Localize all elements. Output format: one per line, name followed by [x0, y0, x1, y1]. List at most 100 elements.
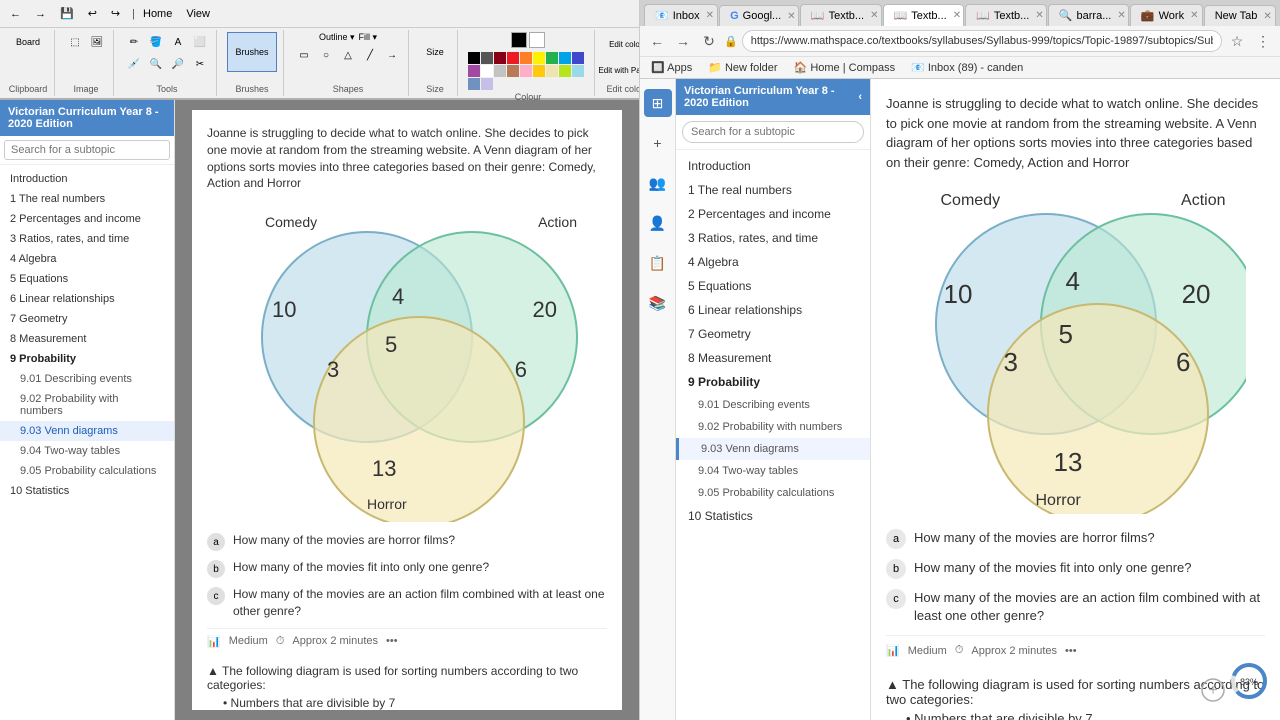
browser-nav-905[interactable]: 9.05 Probability calculations [676, 482, 870, 504]
pencil-tool[interactable]: ✏ [124, 32, 144, 52]
collapse-icon[interactable]: ‹ [858, 91, 862, 103]
color-purple[interactable] [468, 65, 480, 77]
eraser-tool[interactable]: ⬜ [190, 32, 210, 52]
circle-shape[interactable]: ○ [316, 45, 336, 65]
color-slateblue[interactable] [468, 78, 480, 90]
brushes-btn[interactable]: Brushes [227, 32, 277, 72]
crop-tool[interactable]: ✂ [190, 54, 210, 74]
tab-barra-close[interactable]: ✕ [1117, 10, 1125, 21]
browser-nav-algebra[interactable]: 4 Algebra [676, 250, 870, 274]
browser-nav-901[interactable]: 9.01 Describing events [676, 394, 870, 416]
bookmark-apps[interactable]: 🔲 Apps [646, 60, 697, 75]
browser-nav-introduction[interactable]: Introduction [676, 154, 870, 178]
left-search-input[interactable] [4, 140, 170, 160]
color-brown[interactable] [507, 65, 519, 77]
canvas-area[interactable]: Joanne is struggling to decide what to w… [175, 100, 639, 720]
tab-textbook2-close[interactable]: ✕ [953, 10, 961, 21]
browser-refresh-btn[interactable]: ↻ [698, 30, 720, 52]
image-tool[interactable]: 🖼 [87, 32, 107, 52]
left-nav-901[interactable]: 9.01 Describing events [0, 369, 174, 389]
left-nav-real-numbers[interactable]: 1 The real numbers [0, 189, 174, 209]
rect-shape[interactable]: ▭ [294, 45, 314, 65]
browser-nav-ratios[interactable]: 3 Ratios, rates, and time [676, 226, 870, 250]
tab-textbook1[interactable]: 📖 Textb... ✕ [800, 4, 882, 26]
tab-work[interactable]: 💼 Work ✕ [1130, 4, 1203, 26]
browser-search-input[interactable] [682, 121, 864, 143]
left-nav-geometry[interactable]: 7 Geometry [0, 309, 174, 329]
color-darkgray[interactable] [481, 52, 493, 64]
left-nav-measurement[interactable]: 8 Measurement [0, 329, 174, 349]
browser-star-btn[interactable]: ☆ [1226, 30, 1248, 52]
toolbar-save-btn[interactable]: 💾 [54, 5, 80, 22]
left-more[interactable]: ••• [386, 635, 398, 647]
browser-nav-probability[interactable]: 9 Probability [676, 370, 870, 394]
color-green[interactable] [546, 52, 558, 64]
color-cream[interactable] [546, 65, 558, 77]
color-lavender[interactable] [481, 78, 493, 90]
color2-swatch[interactable] [529, 32, 545, 48]
browser-nav-real-numbers[interactable]: 1 The real numbers [676, 178, 870, 202]
browser-menu-btn[interactable]: ⋮ [1252, 30, 1274, 52]
browser-nav-903[interactable]: 9.03 Venn diagrams [676, 438, 870, 460]
sidebar-icon-book[interactable]: 📚 [644, 289, 672, 317]
color-orange[interactable] [520, 52, 532, 64]
tab-inbox[interactable]: 📧 Inbox ✕ [644, 4, 718, 26]
browser-forward-btn[interactable]: → [672, 30, 694, 52]
browser-more[interactable]: ••• [1065, 645, 1077, 657]
address-bar[interactable] [742, 30, 1222, 52]
color-indigo[interactable] [572, 52, 584, 64]
bookmark-folder[interactable]: 📁 New folder [703, 60, 782, 75]
color-gold[interactable] [533, 65, 545, 77]
color1-swatch[interactable] [511, 32, 527, 48]
left-nav-algebra[interactable]: 4 Algebra [0, 249, 174, 269]
color-skyblue[interactable] [572, 65, 584, 77]
tab-inbox-close[interactable]: ✕ [706, 10, 714, 21]
color-yellow[interactable] [533, 52, 545, 64]
bookmark-inbox[interactable]: 📧 Inbox (89) - canden [906, 60, 1028, 75]
toolbar-forward-btn[interactable]: → [29, 6, 52, 22]
left-nav-percentages[interactable]: 2 Percentages and income [0, 209, 174, 229]
toolbar-undo-btn[interactable]: ↩ [82, 5, 103, 22]
sidebar-icon-user[interactable]: 👤 [644, 209, 672, 237]
picker-tool[interactable]: 💉 [124, 54, 144, 74]
left-nav-904[interactable]: 9.04 Two-way tables [0, 441, 174, 461]
browser-nav-percentages[interactable]: 2 Percentages and income [676, 202, 870, 226]
toolbar-back-btn[interactable]: ← [4, 6, 27, 22]
sidebar-icon-home[interactable]: ⊞ [644, 89, 672, 117]
left-nav-902[interactable]: 9.02 Probability with numbers [0, 389, 174, 421]
tab-barra[interactable]: 🔍 barra... ✕ [1048, 4, 1129, 26]
tab-work-close[interactable]: ✕ [1190, 10, 1198, 21]
left-nav-903[interactable]: 9.03 Venn diagrams [0, 421, 174, 441]
edit-colours-btn[interactable]: Edit colours [605, 32, 640, 56]
tab-newtab[interactable]: New Tab ✕ [1204, 5, 1276, 26]
left-nav-ratios[interactable]: 3 Ratios, rates, and time [0, 229, 174, 249]
arrow-shape[interactable]: → [382, 45, 402, 65]
tab-textbook3[interactable]: 📖 Textb... ✕ [965, 4, 1047, 26]
tab-google[interactable]: G Googl... ✕ [719, 5, 799, 26]
tab-textbook1-close[interactable]: ✕ [870, 10, 878, 21]
left-expand-icon[interactable]: ▲ [207, 664, 219, 678]
color-black[interactable] [468, 52, 480, 64]
view-btn[interactable]: View [180, 6, 216, 22]
fill-tool[interactable]: 🪣 [146, 32, 166, 52]
tab-google-close[interactable]: ✕ [787, 11, 795, 22]
browser-nav-statistics[interactable]: 10 Statistics [676, 504, 870, 528]
toolbar-redo-btn[interactable]: ↪ [105, 5, 126, 22]
sidebar-icon-report[interactable]: 📋 [644, 249, 672, 277]
color-pink[interactable] [520, 65, 532, 77]
text-tool[interactable]: A [168, 32, 188, 52]
zoom-tool[interactable]: 🔍 [146, 54, 166, 74]
color-red[interactable] [507, 52, 519, 64]
sidebar-icon-add[interactable]: + [644, 129, 672, 157]
clipboard-btn[interactable]: Board [8, 32, 48, 52]
left-nav-equations[interactable]: 5 Equations [0, 269, 174, 289]
color-blue[interactable] [559, 52, 571, 64]
left-nav-statistics[interactable]: 10 Statistics [0, 481, 174, 501]
color-lime[interactable] [559, 65, 571, 77]
browser-nav-902[interactable]: 9.02 Probability with numbers [676, 416, 870, 438]
bookmark-compass[interactable]: 🏠 Home | Compass [789, 60, 901, 75]
left-nav-introduction[interactable]: Introduction [0, 169, 174, 189]
browser-main[interactable]: Joanne is struggling to decide what to w… [871, 79, 1280, 720]
left-nav-linear[interactable]: 6 Linear relationships [0, 289, 174, 309]
sidebar-icon-users[interactable]: 👥 [644, 169, 672, 197]
